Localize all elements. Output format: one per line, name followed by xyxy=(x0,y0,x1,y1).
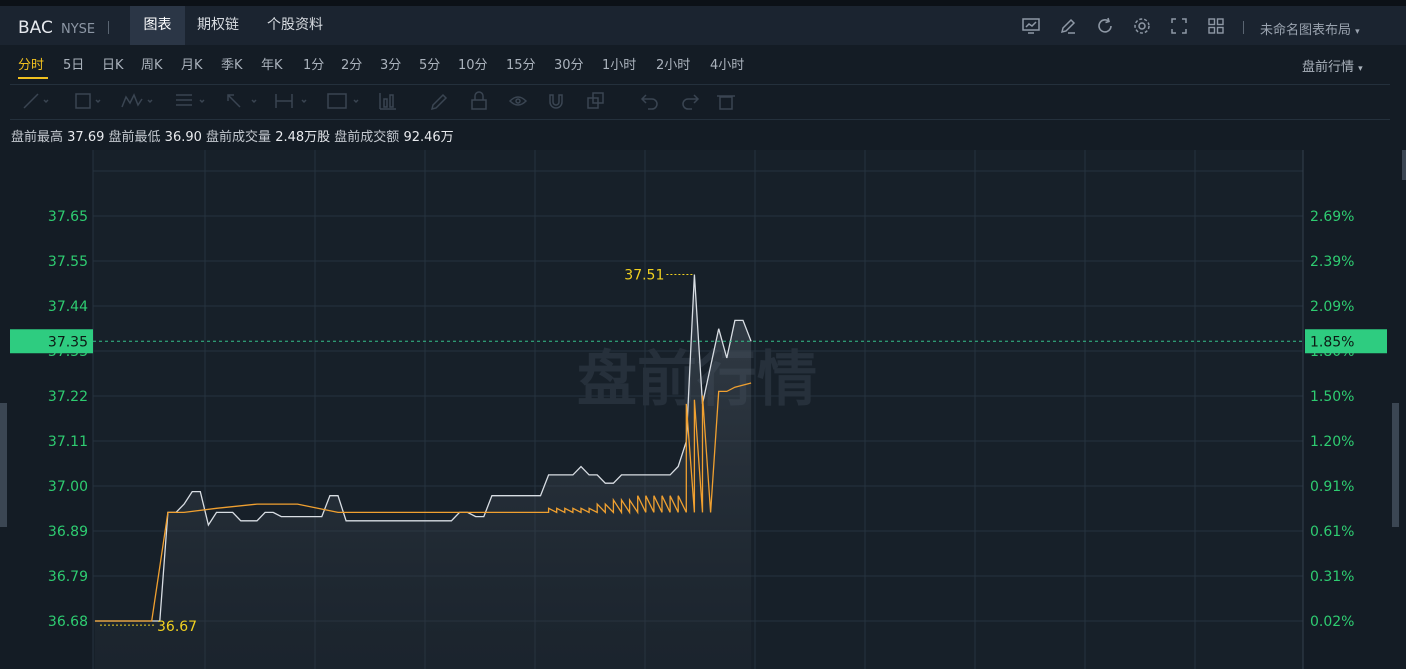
redo-icon xyxy=(682,94,700,110)
y-tick-label: 37.33 xyxy=(48,344,88,360)
pct-tick-label: 0.31% xyxy=(1310,569,1354,585)
lock-icon xyxy=(471,91,487,110)
exchange-label: NYSE xyxy=(61,22,96,37)
y-tick-label: 37.55 xyxy=(48,254,88,270)
period-item[interactable]: 30分 xyxy=(554,54,584,73)
chevron-down-icon: ▾ xyxy=(1358,64,1363,74)
divider xyxy=(1243,21,1244,34)
low-marker-label: 36.67 xyxy=(157,619,197,635)
rectangle-icon xyxy=(75,93,101,109)
watermark: 盘前行情 xyxy=(577,345,817,415)
volume-label: 盘前成交量 xyxy=(206,130,272,145)
y-tick-label: 37.22 xyxy=(48,389,88,405)
indicator-icon xyxy=(379,93,396,110)
period-item[interactable]: 5日 xyxy=(63,54,84,73)
trend-line-icon xyxy=(23,93,49,109)
pct-tick-label: 0.91% xyxy=(1310,479,1354,495)
left-panel-handle[interactable] xyxy=(0,403,7,527)
drawing-toolbar xyxy=(10,84,1390,120)
y-tick-label: 37.11 xyxy=(48,434,88,450)
chart-settings-icon[interactable] xyxy=(1021,16,1041,36)
y-tick-label: 36.89 xyxy=(48,524,88,540)
pct-tick-label: 1.20% xyxy=(1310,434,1354,450)
tab-options-chain[interactable]: 期权链 xyxy=(197,6,239,45)
period-item[interactable]: 年K xyxy=(261,54,283,73)
high-label: 盘前最高 xyxy=(11,130,64,145)
drawing-tools-strip xyxy=(23,91,735,111)
price-line xyxy=(95,274,752,622)
symbol-label[interactable]: BAC xyxy=(18,18,53,38)
high-value: 37.69 xyxy=(67,130,105,145)
turnover-label: 盘前成交额 xyxy=(334,130,400,145)
copy-icon xyxy=(587,92,604,109)
current-pct-label: 1.85% xyxy=(1310,334,1354,350)
period-item[interactable]: 周K xyxy=(141,54,163,73)
fib-icon xyxy=(176,94,205,106)
session-dropdown[interactable]: 盘前行情 ▾ xyxy=(1302,56,1363,75)
divider xyxy=(108,21,109,34)
period-item[interactable]: 4小时 xyxy=(710,54,744,73)
period-item[interactable]: 月K xyxy=(181,54,203,73)
high-marker-label: 37.51 xyxy=(624,267,664,283)
right-panel-handle[interactable] xyxy=(1392,403,1399,527)
pct-tick-label: 0.02% xyxy=(1310,614,1354,630)
pencil-icon xyxy=(430,93,448,111)
tab-chart[interactable]: 图表 xyxy=(130,6,185,45)
magnet-icon xyxy=(549,94,563,109)
period-item[interactable]: 1小时 xyxy=(602,54,636,73)
measure-icon xyxy=(275,94,307,108)
fullscreen-icon[interactable] xyxy=(1169,16,1189,36)
premarket-stats: 盘前最高 37.69 盘前最低 36.90 盘前成交量 2.48万股 盘前成交额… xyxy=(11,126,454,145)
period-bar: 分时 5日 日K 周K 月K 季K 年K 1分 2分 3分 5分 10分 15分… xyxy=(0,45,1406,81)
y-tick-label: 37.65 xyxy=(48,209,88,225)
trash-icon xyxy=(717,95,735,110)
y-tick-label: 37.44 xyxy=(48,299,88,315)
gear-icon[interactable] xyxy=(1132,16,1152,36)
period-item[interactable]: 2分 xyxy=(341,54,362,73)
plot-area xyxy=(93,150,1303,669)
average-line xyxy=(95,382,752,622)
y-tick-label: 36.79 xyxy=(48,569,88,585)
pct-tick-label: 2.39% xyxy=(1310,254,1354,270)
period-item[interactable]: 15分 xyxy=(506,54,536,73)
top-bar: BAC NYSE 图表 期权链 个股资料 未命名图表布局 ▾ xyxy=(0,0,1406,45)
eye-icon xyxy=(508,96,528,106)
y-tick-label: 36.68 xyxy=(48,614,88,630)
period-item[interactable]: 2小时 xyxy=(656,54,690,73)
low-label: 盘前最低 xyxy=(108,130,161,145)
scrollbar[interactable] xyxy=(1402,150,1406,180)
layout-dropdown[interactable]: 未命名图表布局 ▾ xyxy=(1260,19,1360,38)
tab-stock-profile[interactable]: 个股资料 xyxy=(267,6,323,45)
pattern-icon xyxy=(121,93,153,108)
low-value: 36.90 xyxy=(164,130,202,145)
volume-value: 2.48万股 xyxy=(275,130,331,145)
period-item[interactable]: 日K xyxy=(102,54,124,73)
chevron-down-icon: ▾ xyxy=(1355,27,1360,37)
refresh-icon[interactable] xyxy=(1095,16,1115,36)
current-price-badge xyxy=(10,329,93,354)
period-item[interactable]: 5分 xyxy=(419,54,440,73)
period-item[interactable]: 季K xyxy=(221,54,243,73)
pct-tick-label: 1.50% xyxy=(1310,389,1354,405)
undo-icon xyxy=(640,94,658,110)
active-underline xyxy=(18,77,48,79)
y-tick-label: 37.00 xyxy=(48,479,88,495)
current-pct-badge xyxy=(1305,329,1387,354)
period-item[interactable]: 3分 xyxy=(380,54,401,73)
pct-tick-label: 2.69% xyxy=(1310,209,1354,225)
period-intraday[interactable]: 分时 xyxy=(18,54,44,73)
arrow-icon xyxy=(227,94,257,108)
period-item[interactable]: 10分 xyxy=(458,54,488,73)
pen-icon[interactable] xyxy=(1058,16,1078,36)
pct-tick-label: 2.09% xyxy=(1310,299,1354,315)
text-icon xyxy=(327,93,359,109)
pct-tick-label: 1.80% xyxy=(1310,344,1354,360)
price-area xyxy=(95,274,752,669)
period-item[interactable]: 1分 xyxy=(303,54,324,73)
current-price-label: 37.35 xyxy=(48,334,88,350)
grid-layout-icon[interactable] xyxy=(1206,16,1226,36)
pct-tick-label: 0.61% xyxy=(1310,524,1354,540)
turnover-value: 92.46万 xyxy=(403,130,454,145)
